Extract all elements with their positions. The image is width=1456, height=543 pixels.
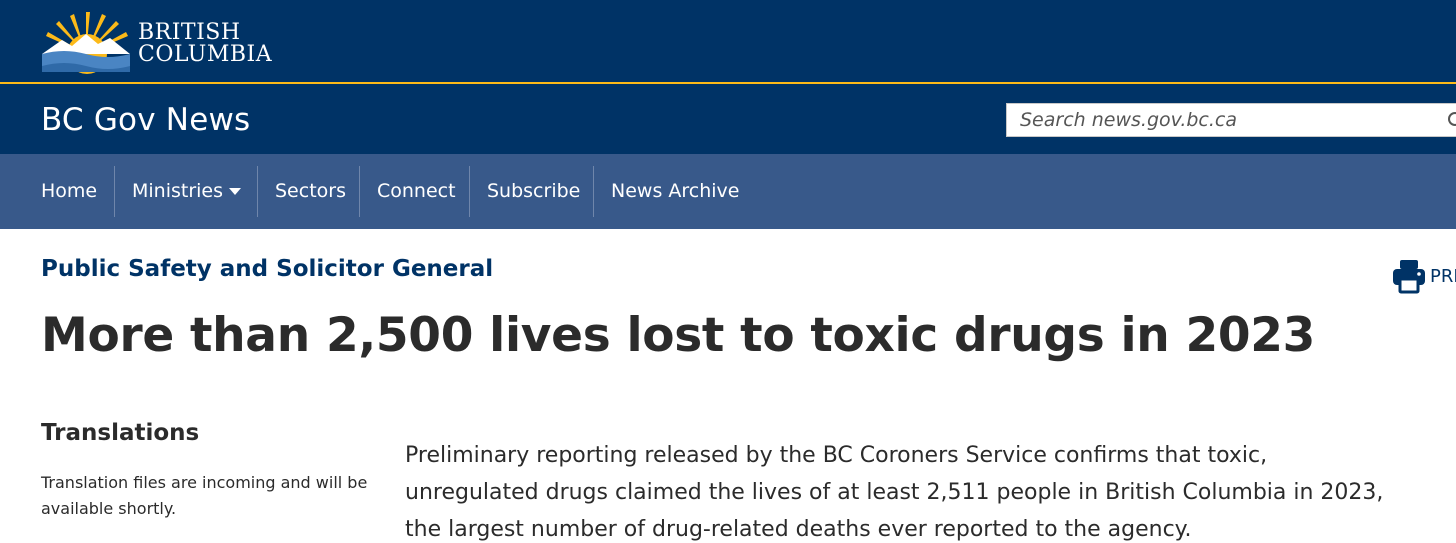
printer-icon (1393, 260, 1425, 294)
print-label: PRI (1430, 265, 1456, 287)
nav-ministries[interactable]: Ministries (115, 166, 258, 217)
news-header: BC Gov News (0, 84, 1456, 154)
caret-down-icon (229, 188, 242, 195)
search-box (1006, 103, 1456, 137)
article-headline: More than 2,500 lives lost to toxic drug… (41, 308, 1316, 363)
nav-ministries-label: Ministries (132, 180, 224, 202)
article-lead: Preliminary reporting released by the BC… (405, 443, 1384, 542)
nav-subscribe-label: Subscribe (487, 180, 581, 202)
main-nav: Home Ministries Sectors Connect Subscrib… (0, 154, 1456, 229)
search-input[interactable] (1007, 104, 1447, 136)
logo-line2: COLUMBIA (138, 42, 273, 67)
translations-note: Translation files are incoming and will … (41, 473, 368, 518)
nav-home[interactable]: Home (24, 166, 114, 217)
bc-sun-mountain-icon (42, 12, 130, 74)
nav-subscribe[interactable]: Subscribe (470, 166, 597, 217)
nav-home-label: Home (41, 180, 98, 202)
logo-wordmark: BRITISH COLUMBIA (138, 22, 272, 66)
ministry-link[interactable]: Public Safety and Solicitor General (41, 256, 493, 282)
brand-bar: BRITISH COLUMBIA (0, 0, 1456, 84)
search-icon[interactable] (1447, 111, 1456, 131)
bc-logo[interactable]: BRITISH COLUMBIA (40, 10, 272, 74)
nav-sectors-label: Sectors (275, 180, 346, 202)
site-title[interactable]: BC Gov News (41, 102, 250, 138)
nav-sectors[interactable]: Sectors (258, 166, 363, 217)
logo-line1: BRITISH (138, 20, 241, 45)
nav-news-archive-label: News Archive (611, 180, 740, 202)
nav-connect-label: Connect (377, 180, 456, 202)
nav-connect[interactable]: Connect (360, 166, 473, 217)
nav-news-archive[interactable]: News Archive (594, 166, 756, 217)
translations-heading: Translations (41, 420, 200, 446)
print-button[interactable]: PRI (1392, 256, 1456, 296)
